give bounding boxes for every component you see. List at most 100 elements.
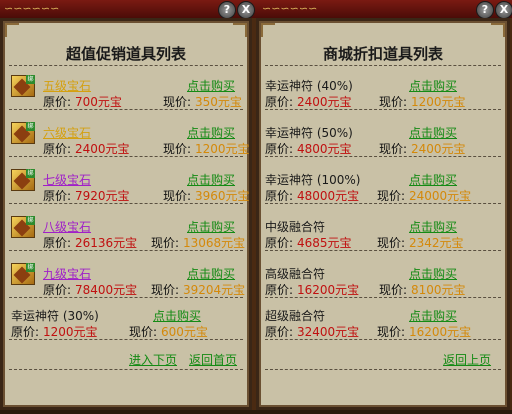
current-price-label: 现价: xyxy=(163,142,192,156)
mall-discount-panel: 商城折扣道具列表 幸运神符 (40%) 点击购买 原价: 2400元宝 现价: … xyxy=(256,18,510,410)
buy-button[interactable]: 点击购买 xyxy=(187,265,235,282)
current-price: 2400元宝 xyxy=(411,142,466,156)
corner-ornament xyxy=(261,23,275,37)
buy-button[interactable]: 点击购买 xyxy=(409,124,457,141)
divider xyxy=(9,369,243,370)
buy-button[interactable]: 点击购买 xyxy=(187,77,235,94)
original-price-label: 原价: xyxy=(43,283,72,297)
item-name: 超级融合符 xyxy=(265,309,326,323)
scroll-ornament-right: ∽∽∽∽∽∽ xyxy=(262,2,318,15)
gem-icon[interactable]: 绑 xyxy=(11,169,35,191)
current-price-label: 现价: xyxy=(377,189,406,203)
buy-button[interactable]: 点击购买 xyxy=(187,218,235,235)
current-price: 1200元宝 xyxy=(411,95,466,109)
current-price: 2342元宝 xyxy=(409,236,464,250)
divider xyxy=(9,109,243,110)
panel-title: 超值促销道具列表 xyxy=(65,45,186,63)
item-name[interactable]: 五级宝石 xyxy=(43,77,91,94)
item-name: 高级融合符 xyxy=(265,267,326,281)
buy-button[interactable]: 点击购买 xyxy=(409,171,457,188)
current-price: 39204元宝 xyxy=(183,283,246,297)
current-price-label: 现价: xyxy=(379,142,408,156)
item-name[interactable]: 九级宝石 xyxy=(43,265,91,282)
panel-title: 商城折扣道具列表 xyxy=(322,45,443,63)
current-price-label: 现价: xyxy=(163,95,192,109)
original-price: 26136元宝 xyxy=(75,236,138,250)
item-name[interactable]: 七级宝石 xyxy=(43,171,91,188)
current-price-label: 现价: xyxy=(377,325,406,339)
original-price-label: 原价: xyxy=(43,142,72,156)
help-button-right[interactable]: ? xyxy=(476,1,494,19)
divider xyxy=(265,109,501,110)
original-price-label: 原价: xyxy=(265,283,294,297)
original-price-label: 原价: xyxy=(43,236,72,250)
item-name: 幸运神符 (50%) xyxy=(265,126,353,140)
item-name: 幸运神符 (40%) xyxy=(265,79,353,93)
divider xyxy=(265,339,501,340)
original-price: 700元宝 xyxy=(75,95,122,109)
original-price-label: 原价: xyxy=(43,189,72,203)
current-price-label: 现价: xyxy=(151,283,180,297)
buy-button[interactable]: 点击购买 xyxy=(409,218,457,235)
buy-button[interactable]: 点击购买 xyxy=(409,307,457,324)
current-price-label: 现价: xyxy=(129,325,158,339)
original-price-label: 原价: xyxy=(265,325,294,339)
original-price-label: 原价: xyxy=(265,95,294,109)
buy-button[interactable]: 点击购买 xyxy=(409,77,457,94)
buy-button[interactable]: 点击购买 xyxy=(187,171,235,188)
item-name: 中级融合符 xyxy=(265,220,326,234)
item-name: 幸运神符 (30%) xyxy=(11,309,99,323)
original-price: 7920元宝 xyxy=(75,189,130,203)
home-page-link[interactable]: 返回首页 xyxy=(189,351,237,368)
item-name: 幸运神符 (100%) xyxy=(265,173,361,187)
gem-icon[interactable]: 绑 xyxy=(11,122,35,144)
help-button[interactable]: ? xyxy=(218,1,236,19)
corner-ornament xyxy=(5,23,19,37)
divider xyxy=(265,250,501,251)
divider xyxy=(265,297,501,298)
original-price: 78400元宝 xyxy=(75,283,138,297)
divider xyxy=(9,297,243,298)
current-price: 13068元宝 xyxy=(183,236,246,250)
original-price: 48000元宝 xyxy=(297,189,360,203)
buy-button[interactable]: 点击购买 xyxy=(409,265,457,282)
current-price-label: 现价: xyxy=(379,95,408,109)
divider xyxy=(9,156,243,157)
current-price-label: 现价: xyxy=(163,189,192,203)
gem-icon[interactable]: 绑 xyxy=(11,75,35,97)
original-price: 2400元宝 xyxy=(297,95,352,109)
prev-page-link[interactable]: 返回上页 xyxy=(443,351,491,368)
divider xyxy=(9,339,243,340)
divider xyxy=(9,203,243,204)
item-name[interactable]: 六级宝石 xyxy=(43,124,91,141)
gem-icon[interactable]: 绑 xyxy=(11,216,35,238)
current-price: 3960元宝 xyxy=(195,189,250,203)
current-price: 16200元宝 xyxy=(409,325,472,339)
buy-button[interactable]: 点击购买 xyxy=(153,307,201,324)
original-price: 2400元宝 xyxy=(75,142,130,156)
original-price: 16200元宝 xyxy=(297,283,360,297)
current-price: 350元宝 xyxy=(195,95,242,109)
close-button[interactable]: X xyxy=(237,1,255,19)
gem-icon[interactable]: 绑 xyxy=(11,263,35,285)
current-price-label: 现价: xyxy=(151,236,180,250)
current-price-label: 现价: xyxy=(377,236,406,250)
divider xyxy=(9,250,243,251)
item-name[interactable]: 八级宝石 xyxy=(43,218,91,235)
scroll-ornament-left: ∽∽∽∽∽∽ xyxy=(4,2,60,15)
close-button-right[interactable]: X xyxy=(495,1,512,19)
original-price: 4800元宝 xyxy=(297,142,352,156)
buy-button[interactable]: 点击购买 xyxy=(187,124,235,141)
current-price: 8100元宝 xyxy=(411,283,466,297)
window-bottom-border xyxy=(0,410,512,414)
next-page-link[interactable]: 进入下页 xyxy=(129,351,177,368)
divider xyxy=(265,65,501,66)
original-price-label: 原价: xyxy=(265,189,294,203)
original-price-label: 原价: xyxy=(265,236,294,250)
title-bar: ∽∽∽∽∽∽ ∽∽∽∽∽∽ ? X ? X xyxy=(0,0,512,19)
current-price-label: 现价: xyxy=(379,283,408,297)
original-price-label: 原价: xyxy=(265,142,294,156)
current-price: 600元宝 xyxy=(161,325,208,339)
original-price-label: 原价: xyxy=(43,95,72,109)
promo-items-panel: 超值促销道具列表 绑 五级宝石 点击购买 原价: 700元宝 现价: 350元宝… xyxy=(0,18,252,410)
